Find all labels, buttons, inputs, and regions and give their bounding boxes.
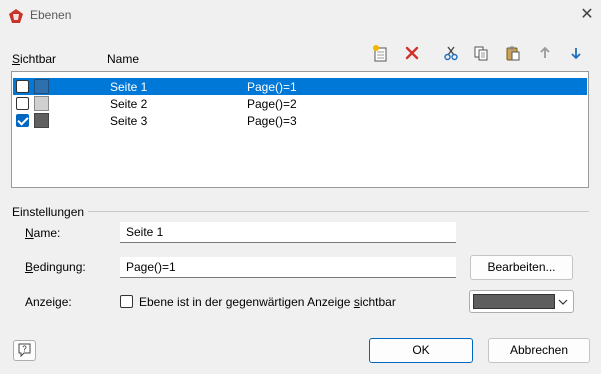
delete-button[interactable] (401, 42, 423, 64)
name-field[interactable]: Seite 1 (120, 222, 456, 243)
help-button[interactable]: ? (13, 340, 36, 361)
app-icon (8, 8, 24, 24)
layer-row[interactable]: Seite 1 Page()=1 (13, 78, 587, 95)
layer-color-swatch (34, 113, 49, 128)
display-color-dropdown[interactable] (469, 290, 574, 313)
layer-condition: Page()=3 (247, 114, 297, 128)
layer-list[interactable]: Seite 1 Page()=1 Seite 2 Page()=2 Seite … (11, 71, 589, 188)
ok-button[interactable]: OK (369, 338, 473, 363)
settings-divider (88, 211, 589, 212)
layer-visible-checkbox[interactable] (16, 114, 29, 127)
layer-name: Seite 1 (110, 80, 148, 94)
cancel-button[interactable]: Abbrechen (488, 338, 590, 363)
layer-name: Seite 2 (110, 97, 148, 111)
column-header-name: Name (107, 52, 140, 66)
layer-row[interactable]: Seite 3 Page()=3 (13, 112, 587, 129)
close-button[interactable]: ✕ (576, 4, 598, 26)
layer-row[interactable]: Seite 2 Page()=2 (13, 95, 587, 112)
copy-icon (474, 46, 488, 61)
paste-icon (506, 46, 520, 61)
layer-color-swatch (34, 79, 49, 94)
layer-condition: Page()=1 (247, 80, 297, 94)
copy-button[interactable] (470, 42, 492, 64)
chevron-down-icon (557, 294, 569, 309)
svg-text:?: ? (22, 345, 27, 354)
layer-condition: Page()=2 (247, 97, 297, 111)
move-down-button[interactable] (565, 42, 587, 64)
window-title: Ebenen (30, 8, 72, 22)
cut-button[interactable] (440, 42, 462, 64)
cut-icon (444, 46, 458, 61)
edit-condition-button[interactable]: Bearbeiten... (470, 255, 573, 280)
new-layer-icon (373, 45, 387, 62)
name-label: Name: (25, 226, 61, 240)
visible-in-display-checkbox[interactable] (120, 295, 133, 308)
move-up-icon (540, 46, 550, 58)
paste-button[interactable] (502, 42, 524, 64)
title-bar (0, 0, 601, 32)
layer-visible-checkbox[interactable] (16, 80, 29, 93)
column-header-visible: Sichtbar (12, 52, 57, 66)
layer-visible-checkbox[interactable] (16, 97, 29, 110)
display-color-swatch (473, 294, 555, 309)
new-layer-button[interactable] (369, 42, 391, 64)
condition-label: Bedingung: (25, 260, 86, 274)
display-label: Anzeige: (25, 295, 72, 309)
help-icon: ? (18, 343, 31, 358)
layer-color-swatch (34, 96, 49, 111)
layer-name: Seite 3 (110, 114, 148, 128)
visible-in-display-label[interactable]: Ebene ist in der gegenwärtigen Anzeige s… (139, 295, 396, 309)
condition-field[interactable]: Page()=1 (120, 257, 456, 278)
move-up-button[interactable] (534, 42, 556, 64)
settings-group-label: Einstellungen (12, 205, 85, 219)
delete-icon (405, 46, 419, 60)
move-down-icon (571, 48, 581, 60)
